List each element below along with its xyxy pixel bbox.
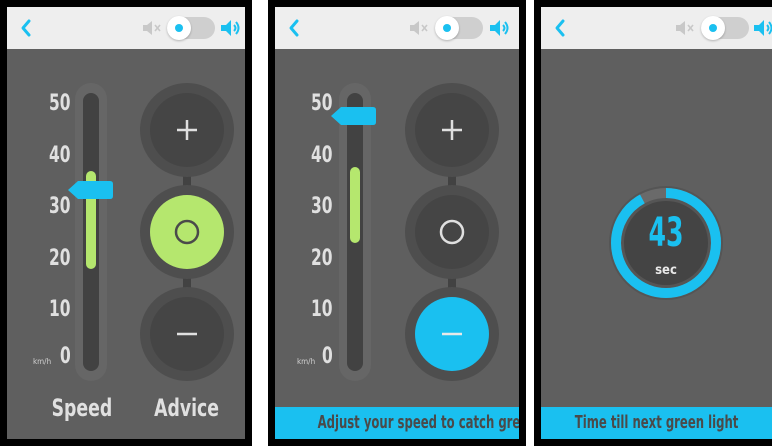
minus-icon <box>177 332 197 336</box>
tick-label: 50 <box>311 91 333 116</box>
speed-label: Speed <box>51 394 113 422</box>
countdown-value: 43 <box>606 213 726 253</box>
decrease-speed-button[interactable] <box>150 297 224 371</box>
speed-unit: km/h <box>297 357 316 366</box>
tick-label: 0 <box>322 344 333 369</box>
advice-controls <box>405 83 499 383</box>
speaker-on-icon <box>490 20 509 36</box>
hold-advice-ring <box>405 185 499 279</box>
tick-label: 20 <box>311 246 333 271</box>
sound-toggle[interactable] <box>701 16 749 40</box>
tick-label: 10 <box>311 297 333 322</box>
speed-unit: km/h <box>33 357 52 366</box>
tick-label: 0 <box>60 344 71 369</box>
tick-label: 30 <box>311 194 333 219</box>
toggle-knob <box>435 16 459 40</box>
tick-label: 40 <box>311 143 333 168</box>
speaker-muted-icon <box>676 21 694 35</box>
toggle-knob <box>701 16 725 40</box>
tick-label: 40 <box>49 143 71 168</box>
speed-scale: 50 40 30 20 10 0 km/h <box>275 7 337 439</box>
decrease-advice-ring <box>140 287 234 381</box>
hold-speed-button[interactable] <box>150 195 224 269</box>
tick-label: 20 <box>49 246 71 271</box>
increase-speed-button[interactable] <box>415 93 489 167</box>
chevron-left-icon[interactable] <box>551 16 569 40</box>
plus-icon <box>177 120 197 140</box>
speaker-on-icon <box>221 20 240 36</box>
minus-icon <box>442 332 462 336</box>
advice-label: Advice <box>154 394 219 422</box>
plus-icon <box>442 120 462 140</box>
decrease-speed-button[interactable] <box>415 297 489 371</box>
countdown-unit: sec <box>655 263 677 278</box>
circle-icon <box>439 219 465 245</box>
speaker-muted-icon <box>143 21 161 35</box>
increase-speed-button[interactable] <box>150 93 224 167</box>
increase-advice-ring <box>140 83 234 177</box>
screen-speed-advice: 50 40 30 20 10 0 km/h Speed Advice <box>0 0 252 446</box>
advice-caption: Adjust your speed to catch green <box>275 407 519 439</box>
hold-advice-ring <box>140 185 234 279</box>
hold-speed-button[interactable] <box>415 195 489 269</box>
speed-slider[interactable] <box>75 83 107 381</box>
toggle-knob <box>167 16 191 40</box>
increase-advice-ring <box>405 83 499 177</box>
circle-icon <box>174 219 200 245</box>
sound-toggle[interactable] <box>435 16 483 40</box>
screen-green-light-timer: 43 sec Time till next green light <box>534 0 772 446</box>
top-bar <box>541 7 772 49</box>
sound-toggle[interactable] <box>167 16 215 40</box>
speed-scale: 50 40 30 20 10 0 km/h <box>7 7 77 439</box>
current-speed-marker[interactable] <box>68 180 114 200</box>
timer-caption-text: Time till next green light <box>574 412 739 433</box>
screen-adjust-speed: 50 40 30 20 10 0 km/h Adjust your speed … <box>268 0 526 446</box>
advice-controls <box>140 83 234 383</box>
speed-slider[interactable] <box>339 83 371 381</box>
timer-caption: Time till next green light <box>541 407 772 439</box>
countdown-number: 43 <box>648 210 684 256</box>
recommended-speed-range <box>350 167 360 243</box>
tick-label: 50 <box>49 91 71 116</box>
current-speed-marker[interactable] <box>331 106 377 126</box>
tick-label: 10 <box>49 297 71 322</box>
advice-caption-text: Adjust your speed to catch green <box>317 412 519 433</box>
speaker-muted-icon <box>410 21 428 35</box>
speaker-on-icon <box>754 20 772 36</box>
decrease-advice-ring <box>405 287 499 381</box>
